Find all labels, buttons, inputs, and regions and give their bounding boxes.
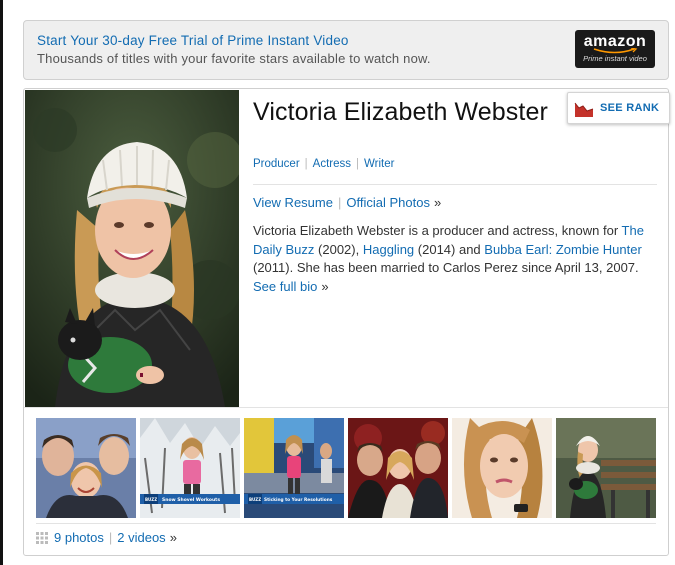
divider [36,523,656,524]
role-producer-link[interactable]: Producer [253,158,300,170]
role-actress-link[interactable]: Actress [313,158,351,170]
thumbnail-badge: BUZZ [249,497,261,502]
divider [253,184,657,185]
bio-text-part: (2011). She has been married to Carlos P… [253,260,639,275]
film-link-bubba-earl[interactable]: Bubba Earl: Zombie Hunter [484,242,642,257]
thumbnail-image: Sticking to Your Resolutions BUZZ [244,418,344,518]
photo-strip: Snow Shovel Workouts BUZZ Sticking to Yo… [36,418,656,518]
resume-links-row: View Resume | Official Photos» [253,195,441,210]
link-separator: | [108,530,113,545]
role-writer-link[interactable]: Writer [364,158,394,170]
thumbnail-caption: Sticking to Your Resolutions [264,497,333,503]
profile-card: Victoria Elizabeth Webster Producer | Actr… [23,88,670,556]
role-separator: | [356,158,360,170]
photo-thumbnail-group-portrait[interactable] [348,418,448,518]
photo-grid-icon [36,532,48,544]
photo-thumbnail-bench-dog[interactable] [556,418,656,518]
photos-count-link[interactable]: 9 photos [54,530,104,545]
see-rank-label: SEE RANK [600,102,660,114]
promo-subtitle: Thousands of titles with your favorite s… [37,51,431,66]
view-resume-link[interactable]: View Resume [253,195,333,210]
photo-thumbnail-selfie-closeup[interactable] [452,418,552,518]
roles-list: Producer | Actress | Writer [253,158,394,170]
promo-title-link[interactable]: Start Your 30-day Free Trial of Prime In… [37,33,349,48]
thumbnail-image: Snow Shovel Workouts BUZZ [140,418,240,518]
official-photos-link[interactable]: Official Photos [346,195,430,210]
thumbnail-caption: Snow Shovel Workouts [162,497,220,503]
see-rank-button[interactable]: SEE RANK [567,92,670,124]
window-edge [0,0,3,565]
see-full-bio-link[interactable]: See full bio [253,279,317,294]
photo-thumbnail-group-selfie[interactable] [36,418,136,518]
divider [24,407,668,408]
videos-count-link[interactable]: 2 videos [117,530,165,545]
thumbnail-image [36,418,136,518]
arrow-icon: » [321,278,329,294]
photo-thumbnail-resolutions[interactable]: Sticking to Your Resolutions BUZZ [244,418,344,518]
portrait-illustration [25,90,239,407]
thumbnail-image [452,418,552,518]
bio-text: Victoria Elizabeth Webster is a producer… [253,222,651,296]
prime-promo-banner[interactable]: Start Your 30-day Free Trial of Prime In… [23,20,669,80]
amazon-prime-logo[interactable]: amazon Prime instant video [575,30,655,68]
thumbnail-image [556,418,656,518]
arrow-icon: » [169,530,177,545]
photo-thumbnail-snow-shovel[interactable]: Snow Shovel Workouts BUZZ [140,418,240,518]
amazon-logo-subtitle: Prime instant video [583,54,647,63]
role-separator: | [304,158,308,170]
amazon-logo-word: amazon [583,33,647,50]
bio-text-part: (2002), [314,241,363,257]
page-title: Victoria Elizabeth Webster [253,98,548,126]
thumbnail-badge: BUZZ [145,497,157,502]
arrow-icon: » [433,195,442,210]
thumbnail-image [348,418,448,518]
media-counts-row: 9 photos | 2 videos » [36,530,177,545]
film-link-haggling[interactable]: Haggling [363,242,414,257]
bio-text-part: Victoria Elizabeth Webster is a producer… [253,223,622,238]
rank-chart-icon [574,100,594,118]
link-separator: | [337,195,342,210]
profile-photo[interactable] [25,90,239,407]
bio-text-part: (2014) and [414,241,485,257]
